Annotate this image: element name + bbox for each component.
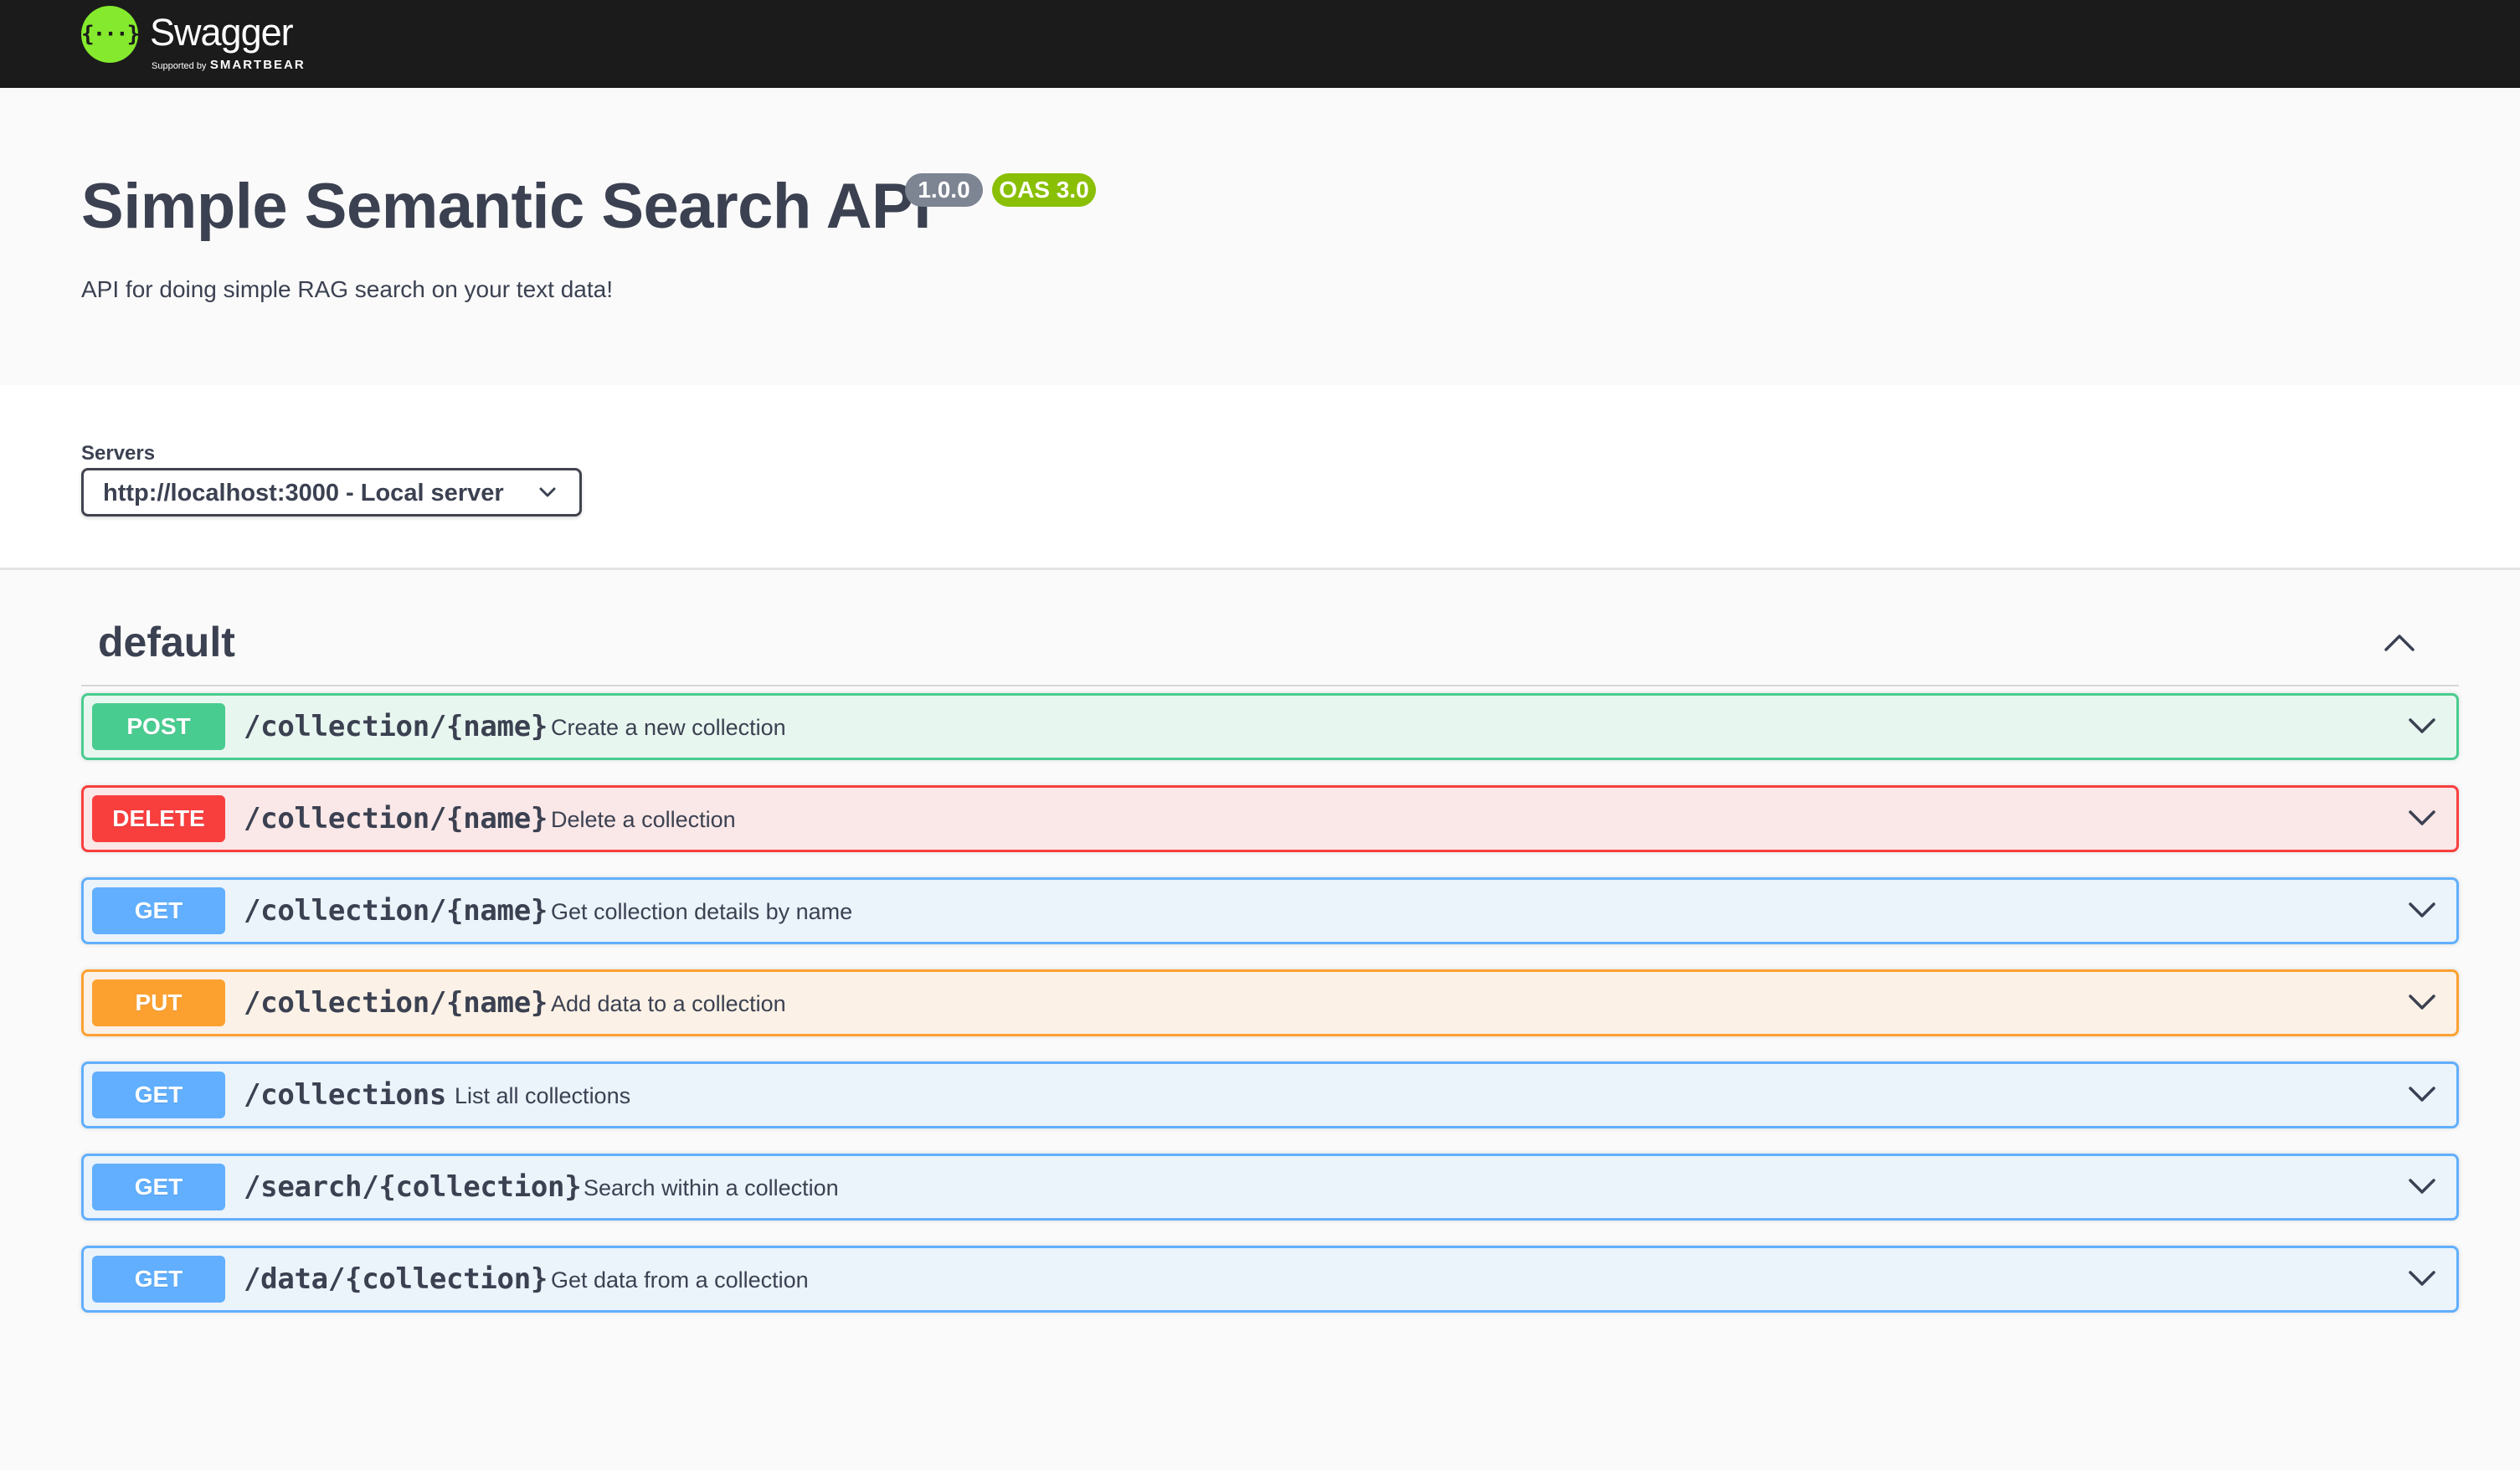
method-badge: PUT: [92, 979, 225, 1026]
operation-get-collections[interactable]: GET /collections List all collections: [81, 1061, 2459, 1128]
operation-get-data-collection[interactable]: GET /data/{collection} Get data from a c…: [81, 1246, 2459, 1313]
operation-summary: Search within a collection: [584, 1175, 839, 1200]
method-badge: GET: [92, 1164, 225, 1210]
method-badge: POST: [92, 703, 225, 750]
method-badge: GET: [92, 1072, 225, 1118]
tag-header-default[interactable]: default: [81, 601, 2459, 686]
logo-sub-small: Supported by: [152, 61, 207, 71]
swagger-logo-subtitle: Supported by SMARTBEAR: [152, 58, 306, 73]
operation-summary: Add data to a collection: [551, 991, 786, 1016]
operation-get-collection-name[interactable]: GET /collection/{name} Get collection de…: [81, 877, 2459, 944]
operation-path: /collections: [244, 1078, 447, 1112]
operation-get-search-collection[interactable]: GET /search/{collection} Search within a…: [81, 1154, 2459, 1221]
chevron-down-icon[interactable]: [2407, 1083, 2437, 1105]
operation-put-collection-name[interactable]: PUT /collection/{name} Add data to a col…: [81, 969, 2459, 1036]
operation-path: /search/{collection}: [244, 1170, 582, 1204]
top-bar: {···} Swagger Supported by SMARTBEAR: [0, 0, 2520, 88]
operation-summary: Get data from a collection: [551, 1267, 809, 1293]
api-info: Simple Semantic Search API 1.0.0 OAS 3.0…: [0, 88, 2520, 385]
swagger-logo-name: Swagger: [150, 11, 294, 54]
chevron-down-icon[interactable]: [2407, 1267, 2437, 1289]
operation-post-collection-name[interactable]: POST /collection/{name} Create a new col…: [81, 693, 2459, 760]
operation-path: /collection/{name}: [244, 986, 548, 1020]
operation-summary: Create a new collection: [551, 715, 786, 740]
logo-sub-brand: SMARTBEAR: [209, 58, 306, 72]
operation-summary: Delete a collection: [551, 807, 736, 832]
operation-path: /collection/{name}: [244, 710, 548, 743]
servers-selected-value: http://localhost:3000 - Local server: [103, 480, 504, 506]
chevron-down-icon: [539, 487, 556, 497]
swagger-logo-icon: {···}: [81, 6, 140, 63]
page-title: Simple Semantic Search API: [81, 171, 931, 242]
chevron-up-icon[interactable]: [2382, 630, 2417, 655]
chevron-down-icon[interactable]: [2407, 1175, 2437, 1197]
operation-path: /collection/{name}: [244, 802, 548, 835]
api-description: API for doing simple RAG search on your …: [81, 276, 613, 302]
servers-select[interactable]: http://localhost:3000 - Local server: [81, 468, 582, 517]
method-badge: GET: [92, 1256, 225, 1303]
oas-badge: OAS 3.0: [992, 173, 1096, 207]
chevron-down-icon[interactable]: [2407, 807, 2437, 829]
servers-label: Servers: [81, 442, 156, 465]
operation-path: /data/{collection}: [244, 1262, 548, 1296]
chevron-down-icon[interactable]: [2407, 991, 2437, 1013]
operation-summary: Get collection details by name: [551, 899, 853, 924]
method-badge: DELETE: [92, 795, 225, 842]
chevron-down-icon[interactable]: [2407, 715, 2437, 737]
version-badge: 1.0.0: [905, 173, 983, 207]
servers-section: Servers http://localhost:3000 - Local se…: [0, 385, 2520, 570]
operation-summary: List all collections: [455, 1083, 631, 1108]
operation-delete-collection-name[interactable]: DELETE /collection/{name} Delete a colle…: [81, 785, 2459, 852]
operation-path: /collection/{name}: [244, 894, 548, 928]
tag-name: default: [98, 619, 235, 666]
method-badge: GET: [92, 887, 225, 934]
chevron-down-icon[interactable]: [2407, 899, 2437, 921]
